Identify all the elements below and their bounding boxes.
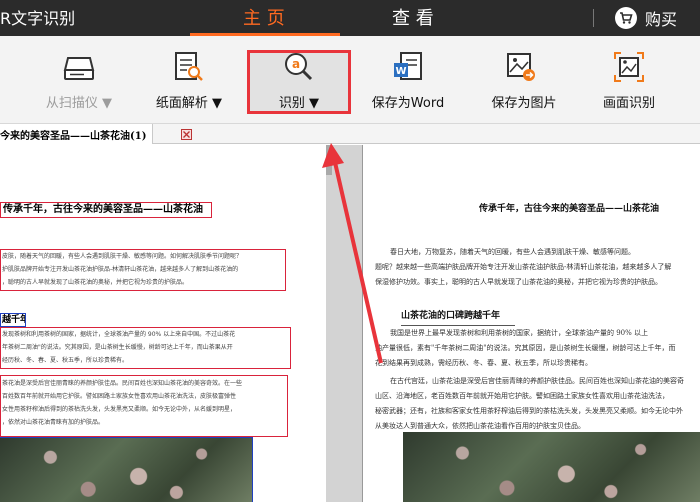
buy-label: 购买 <box>645 10 678 29</box>
recognize-button[interactable]: a 识别 ▼ <box>250 36 348 124</box>
scanner-icon <box>62 50 96 84</box>
left-para2-line: ，依然对山茶花油青睐有加的护肤品。 <box>2 419 105 426</box>
right-para2-line: 山区、沿海地区，老百姓数百年前就开始用它护肤。譬如困路土家族女性喜欢用山茶花油洗… <box>375 392 669 400</box>
save-image-label: 保存为图片 <box>491 96 557 111</box>
left-para2-line: 茶花油是深受后宫佳丽青睐的养颜护肤佳品。民间百姓也深知山茶花油的美容奇效。在一些 <box>2 380 243 387</box>
left-title: 传承千年，古往今来的美容圣品——山茶花油 <box>3 204 203 215</box>
document-tab-title: 今来的美容圣品——山茶花油(1) <box>0 130 147 142</box>
save-as-word-button[interactable]: W 保存为Word <box>362 36 454 124</box>
left-para2-line: 经历秋、冬、春、夏、秋五季，所以珍贵稀有。 <box>2 357 129 364</box>
ocr-region-para2b[interactable]: 茶花油是深受后宫佳丽青睐的养颜护肤佳品。民间百姓也深知山茶花油的美容奇效。在一些… <box>0 375 288 437</box>
right-title: 传承千年，古往今来的美容圣品——山茶花油 <box>479 204 660 214</box>
right-para2-line: 在古代宫廷，山茶花油是深受后宫佳丽青睐的养颜护肤佳品。民间百姓也深知山茶花油的美… <box>390 377 684 385</box>
main-toolbar: 从扫描仪 ▼ 纸面解析 ▼ a 识别 ▼ W 保存为Word 保存为图片 画面识… <box>0 36 700 124</box>
right-para2-line: 我国是世界上最早发现茶树和利用茶树的国家，据统计，全球茶油产量的 90% 以上 <box>390 329 649 337</box>
cart-icon <box>615 7 637 29</box>
right-para1-line: 保湿修护功效。事实上，聪明的古人早就发现了山茶花油的奥秘，并把它视为珍贵的护肤品… <box>375 278 662 286</box>
ocr-region-para1[interactable]: 皮肤，随着天气的回暖，有些人会遇到肌肤干燥、敏感等问题。如何解决肌肤季节问题呢？… <box>0 249 286 291</box>
right-para1-line: 题呢？越来越一些高端护肤品牌开始专注开发山茶花油护肤品-林清轩山茶花油，越来越多… <box>375 263 672 271</box>
left-scrollbar-thumb[interactable] <box>326 145 332 175</box>
page-search-icon <box>172 50 206 84</box>
ocr-region-heading[interactable]: 越千年 <box>0 313 26 327</box>
save-image-icon <box>504 50 538 84</box>
buy-button[interactable]: 购买 <box>615 5 677 31</box>
right-para1-line: 春日大地，万物复苏，随着天气的回暖，有些人会遇到肌肤干燥、敏感等问题。 <box>390 248 635 256</box>
right-para2-line: 油产量很低，素有"千年茶树二周油"的说法。究其原因，是山茶树生长缓慢，树龄可达上… <box>375 344 676 352</box>
left-para1-line: 护肌肤品牌开始专注开发山茶花油护肤品-林清轩山茶花油，越来越多人了解到山茶花油的 <box>2 266 239 273</box>
svg-text:W: W <box>395 66 406 77</box>
pane-splitter[interactable] <box>326 145 362 502</box>
screen-picture-icon <box>612 50 646 84</box>
page-parse-button[interactable]: 纸面解析 ▼ <box>148 36 230 124</box>
ocr-region-para2a[interactable]: 发现茶树和利用茶树的国家，据统计，全球茶油产量的 90% 以上来自中国。不过山茶… <box>0 327 291 369</box>
svg-text:a: a <box>292 57 300 71</box>
close-tab-icon[interactable] <box>181 129 192 140</box>
document-tab-bar: 今来的美容圣品——山茶花油(1) <box>0 124 700 144</box>
app-title: R文字识别 <box>0 9 76 28</box>
screen-ocr-label: 画面识别 <box>602 96 655 111</box>
recognize-label: 识别 ▼ <box>278 96 320 111</box>
scan-from-scanner-button[interactable]: 从扫描仪 ▼ <box>36 36 122 124</box>
scan-label: 从扫描仪 ▼ <box>45 96 113 111</box>
left-para1-line: 皮肤，随着天气的回暖，有些人会遇到肌肤干燥、敏感等问题。如何解决肌肤季节问题呢？ <box>2 253 243 260</box>
title-bar: R文字识别 主 页 查 看 购买 <box>0 0 700 36</box>
word-document-icon: W <box>391 50 425 84</box>
right-heading2: 山茶花油的口碑跨越千年 <box>401 311 501 321</box>
left-para2-line: 年茶树二周油"的说法。究其原因，是山茶树生长缓慢，树龄可达上千年，而山茶果从开 <box>2 344 233 351</box>
left-heading2: 越千年 <box>2 315 25 325</box>
left-para1-line: ，聪明的古人早就发现了山茶花油的奥秘，并把它视为珍贵的护肤品。 <box>2 279 189 286</box>
parse-label: 纸面解析 ▼ <box>155 96 223 111</box>
ocr-magnifier-icon: a <box>282 50 316 84</box>
screen-recognize-button[interactable]: 画面识别 <box>594 36 664 124</box>
left-para2-line: 发现茶树和利用茶树的国家，据统计，全球茶油产量的 90% 以上来自中国。不过山茶… <box>2 331 236 338</box>
tab-view[interactable]: 查 看 <box>392 4 434 30</box>
document-tab[interactable]: 今来的美容圣品——山茶花油(1) <box>0 124 154 144</box>
save-word-label: 保存为Word <box>371 96 445 111</box>
tab-home[interactable]: 主 页 <box>243 4 285 30</box>
right-para2-line: 花到结果再到成熟，需经历秋、冬、春、夏、秋五季，所以珍贵稀有。 <box>375 359 592 367</box>
ocr-app-window: R文字识别 主 页 查 看 购买 从扫描仪 ▼ 纸面解析 ▼ a 识别 ▼ W … <box>0 0 700 502</box>
left-para2-line: 百姓数百年前就开始用它护肤。譬如困路土家族女性喜欢用山茶花油洗法，皮肤极富弹性 <box>2 393 237 400</box>
right-para2-line: 秘密武器；还有，社族和客家女性用茶籽榨油后得到的茶枯洗头发，头发黑亮又柔顺。如今… <box>375 407 683 415</box>
result-photo-camellia <box>403 432 700 502</box>
nav-divider <box>593 9 594 27</box>
ocr-region-title[interactable]: 传承千年，古往今来的美容圣品——山茶花油 <box>0 202 212 218</box>
save-as-image-button[interactable]: 保存为图片 <box>478 36 570 124</box>
left-para2-line: 女性用茶籽榨油后得到的茶枯洗头发，头发黑亮又柔顺。如今无论中外，从名媛到明星， <box>2 406 237 413</box>
source-photo-camellia <box>0 437 253 502</box>
